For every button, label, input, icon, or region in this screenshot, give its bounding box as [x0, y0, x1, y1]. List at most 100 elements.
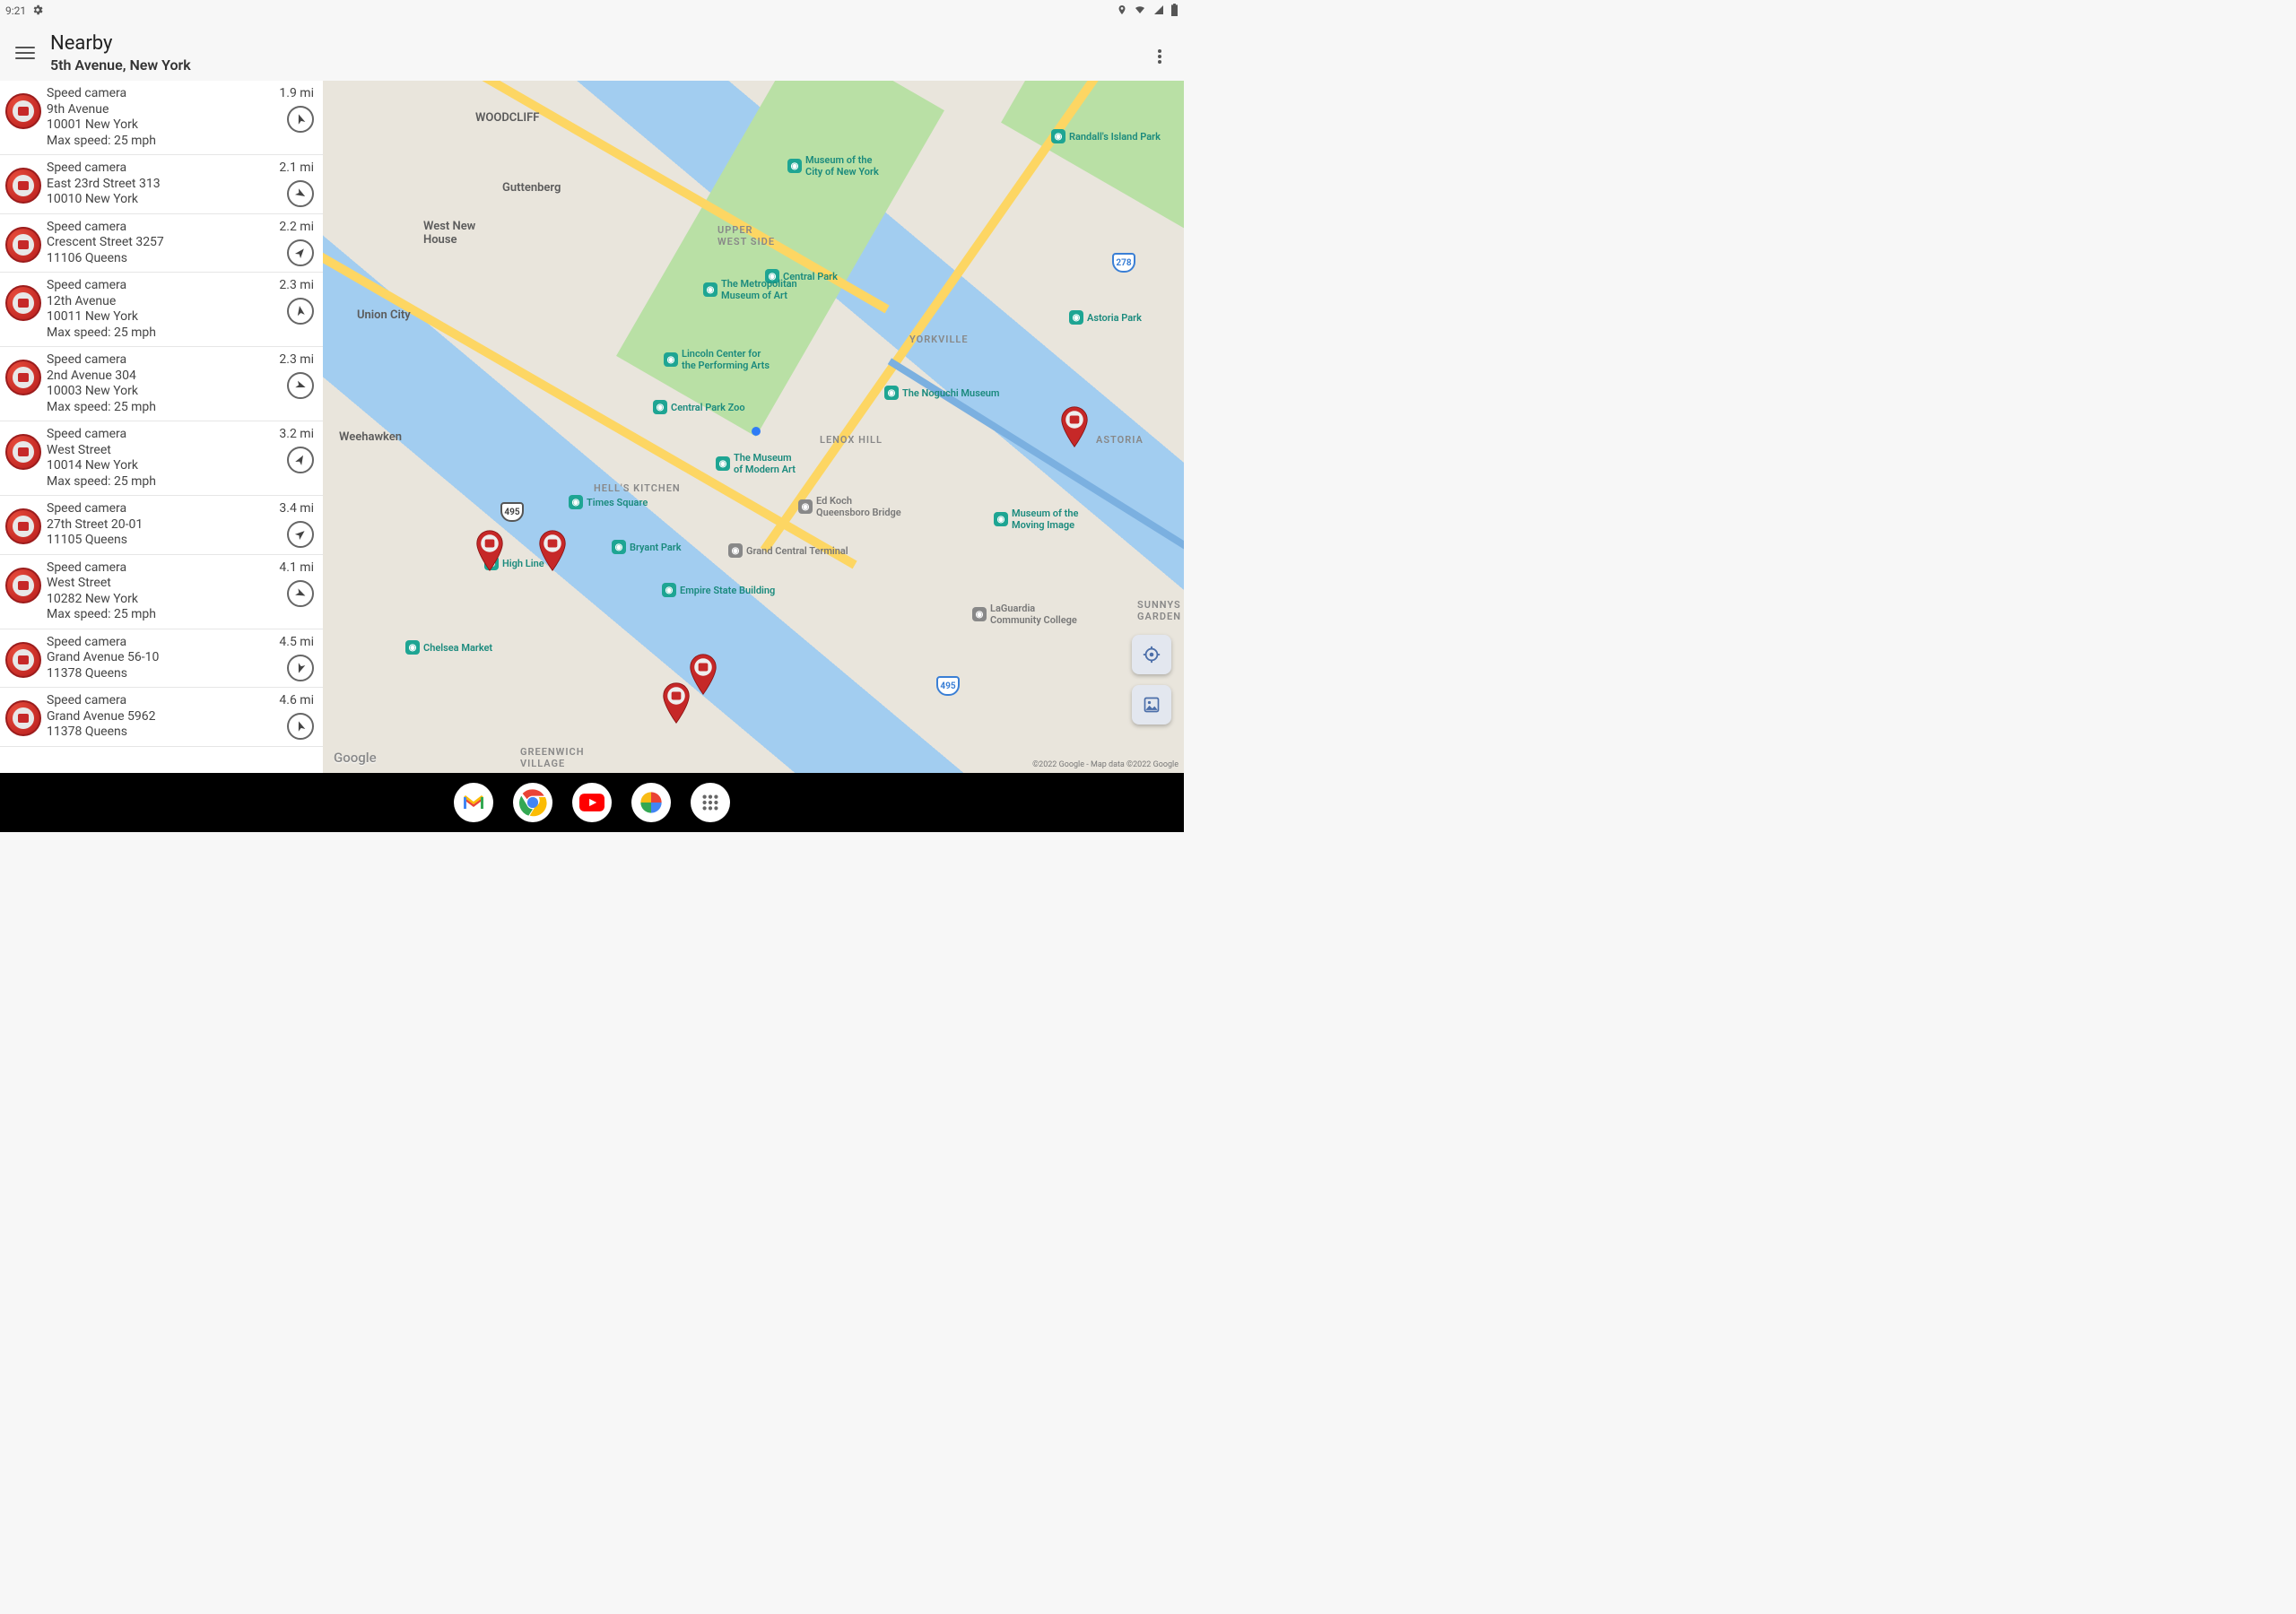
camera-map-marker[interactable]: [1058, 405, 1091, 448]
google-logo: Google: [334, 750, 377, 766]
list-item[interactable]: Speed camera 9th Avenue 10001 New York M…: [0, 81, 323, 155]
direction-indicator: [287, 180, 314, 207]
camera-type: Speed camera: [47, 560, 269, 577]
compass-arrow-icon: [291, 658, 310, 677]
list-item[interactable]: Speed camera West Street 10014 New York …: [0, 421, 323, 496]
direction-indicator: [287, 106, 314, 133]
battery-icon: [1170, 4, 1178, 19]
camera-street: 9th Avenue: [47, 102, 269, 118]
camera-distance: 4.5 mi: [269, 635, 314, 649]
camera-distance: 2.3 mi: [269, 352, 314, 367]
speed-camera-icon: [5, 508, 41, 544]
compass-arrow-icon: [292, 303, 309, 320]
list-item[interactable]: Speed camera 2nd Avenue 304 10003 New Yo…: [0, 347, 323, 421]
speed-camera-icon: [5, 642, 41, 678]
menu-button[interactable]: [13, 40, 38, 65]
camera-city: 11106 Queens: [47, 251, 269, 267]
camera-type: Speed camera: [47, 86, 269, 102]
location-icon: [1117, 4, 1127, 19]
speed-camera-icon: [5, 700, 41, 736]
list-item[interactable]: Speed camera West Street 10282 New York …: [0, 555, 323, 629]
dock-app-youtube[interactable]: [572, 783, 612, 822]
camera-city: 10001 New York: [47, 117, 269, 134]
camera-speed: Max speed: 25 mph: [47, 400, 269, 416]
camera-distance: 3.4 mi: [269, 501, 314, 516]
photos-icon: [639, 790, 664, 815]
layers-button[interactable]: [1132, 685, 1171, 725]
list-item[interactable]: Speed camera 12th Avenue 10011 New York …: [0, 273, 323, 347]
camera-city: 11378 Queens: [47, 666, 269, 682]
camera-street: West Street: [47, 576, 269, 592]
status-time: 9:21: [5, 4, 26, 17]
direction-indicator: [287, 372, 314, 399]
camera-speed: Max speed: 25 mph: [47, 134, 269, 150]
camera-distance: 2.1 mi: [269, 161, 314, 175]
speed-camera-icon: [5, 285, 41, 321]
list-item-info: Speed camera Crescent Street 3257 11106 …: [47, 220, 269, 267]
chrome-icon: [518, 788, 547, 817]
dock-app-chrome[interactable]: [513, 783, 552, 822]
camera-speed: Max speed: 25 mph: [47, 607, 269, 623]
nav-dock: [0, 773, 1184, 832]
direction-indicator: [287, 298, 314, 325]
camera-speed: Max speed: 25 mph: [47, 325, 269, 342]
direction-indicator: [287, 521, 314, 548]
camera-street: Crescent Street 3257: [47, 235, 269, 251]
list-item-info: Speed camera East 23rd Street 313 10010 …: [47, 161, 269, 208]
page-subtitle: 5th Avenue, New York: [50, 56, 191, 74]
list-item-info: Speed camera Grand Avenue 56-10 11378 Qu…: [47, 635, 269, 682]
more-button[interactable]: [1146, 43, 1173, 70]
camera-speed: Max speed: 25 mph: [47, 474, 269, 490]
current-location-dot: [752, 427, 761, 436]
list-item[interactable]: Speed camera East 23rd Street 313 10010 …: [0, 155, 323, 214]
compass-arrow-icon: [291, 377, 310, 395]
camera-street: East 23rd Street 313: [47, 177, 269, 193]
compass-arrow-icon: [291, 717, 310, 736]
camera-type: Speed camera: [47, 427, 269, 443]
status-bar: 9:21: [0, 0, 1184, 22]
camera-list[interactable]: Speed camera 9th Avenue 10001 New York M…: [0, 81, 323, 773]
hamburger-icon: [15, 43, 35, 63]
camera-type: Speed camera: [47, 693, 269, 709]
compass-arrow-icon: [291, 450, 310, 470]
camera-street: Grand Avenue 5962: [47, 709, 269, 725]
list-item[interactable]: Speed camera Grand Avenue 5962 11378 Que…: [0, 688, 323, 747]
route-shield: 278: [1112, 253, 1135, 273]
camera-street: 27th Street 20-01: [47, 517, 269, 534]
cell-signal-icon: [1152, 4, 1165, 18]
camera-map-marker[interactable]: [474, 529, 506, 572]
compass-arrow-icon: [291, 584, 309, 603]
camera-city: 11105 Queens: [47, 533, 269, 549]
camera-city: 11378 Queens: [47, 725, 269, 741]
app-header: Nearby 5th Avenue, New York: [0, 29, 1184, 77]
list-item-info: Speed camera 9th Avenue 10001 New York M…: [47, 86, 269, 149]
speed-camera-icon: [5, 227, 41, 263]
map-view[interactable]: WOODCLIFFGuttenbergWest NewHouseUnion Ci…: [323, 81, 1184, 773]
camera-type: Speed camera: [47, 352, 269, 369]
list-item[interactable]: Speed camera 27th Street 20-01 11105 Que…: [0, 496, 323, 555]
dock-app-photos[interactable]: [631, 783, 671, 822]
locate-me-button[interactable]: [1132, 635, 1171, 674]
camera-distance: 4.6 mi: [269, 693, 314, 707]
list-item[interactable]: Speed camera Grand Avenue 56-10 11378 Qu…: [0, 629, 323, 689]
dock-app-all-apps[interactable]: [691, 783, 730, 822]
compass-arrow-icon: [291, 110, 310, 129]
list-item-info: Speed camera 2nd Avenue 304 10003 New Yo…: [47, 352, 269, 415]
more-vert-icon: [1158, 48, 1161, 65]
gmail-icon: [462, 794, 485, 811]
camera-map-marker[interactable]: [536, 529, 569, 572]
route-shield: 495: [936, 676, 960, 696]
camera-city: 10003 New York: [47, 384, 269, 400]
camera-street: Grand Avenue 56-10: [47, 650, 269, 666]
camera-distance: 1.9 mi: [269, 86, 314, 100]
list-item[interactable]: Speed camera Crescent Street 3257 11106 …: [0, 214, 323, 273]
dock-app-gmail[interactable]: [454, 783, 493, 822]
camera-street: 2nd Avenue 304: [47, 369, 269, 385]
list-item-info: Speed camera West Street 10282 New York …: [47, 560, 269, 623]
youtube-icon: [579, 794, 604, 811]
camera-type: Speed camera: [47, 501, 269, 517]
camera-map-marker[interactable]: [660, 681, 692, 725]
direction-indicator: [287, 239, 314, 266]
camera-city: 10010 New York: [47, 192, 269, 208]
list-item-info: Speed camera 12th Avenue 10011 New York …: [47, 278, 269, 341]
